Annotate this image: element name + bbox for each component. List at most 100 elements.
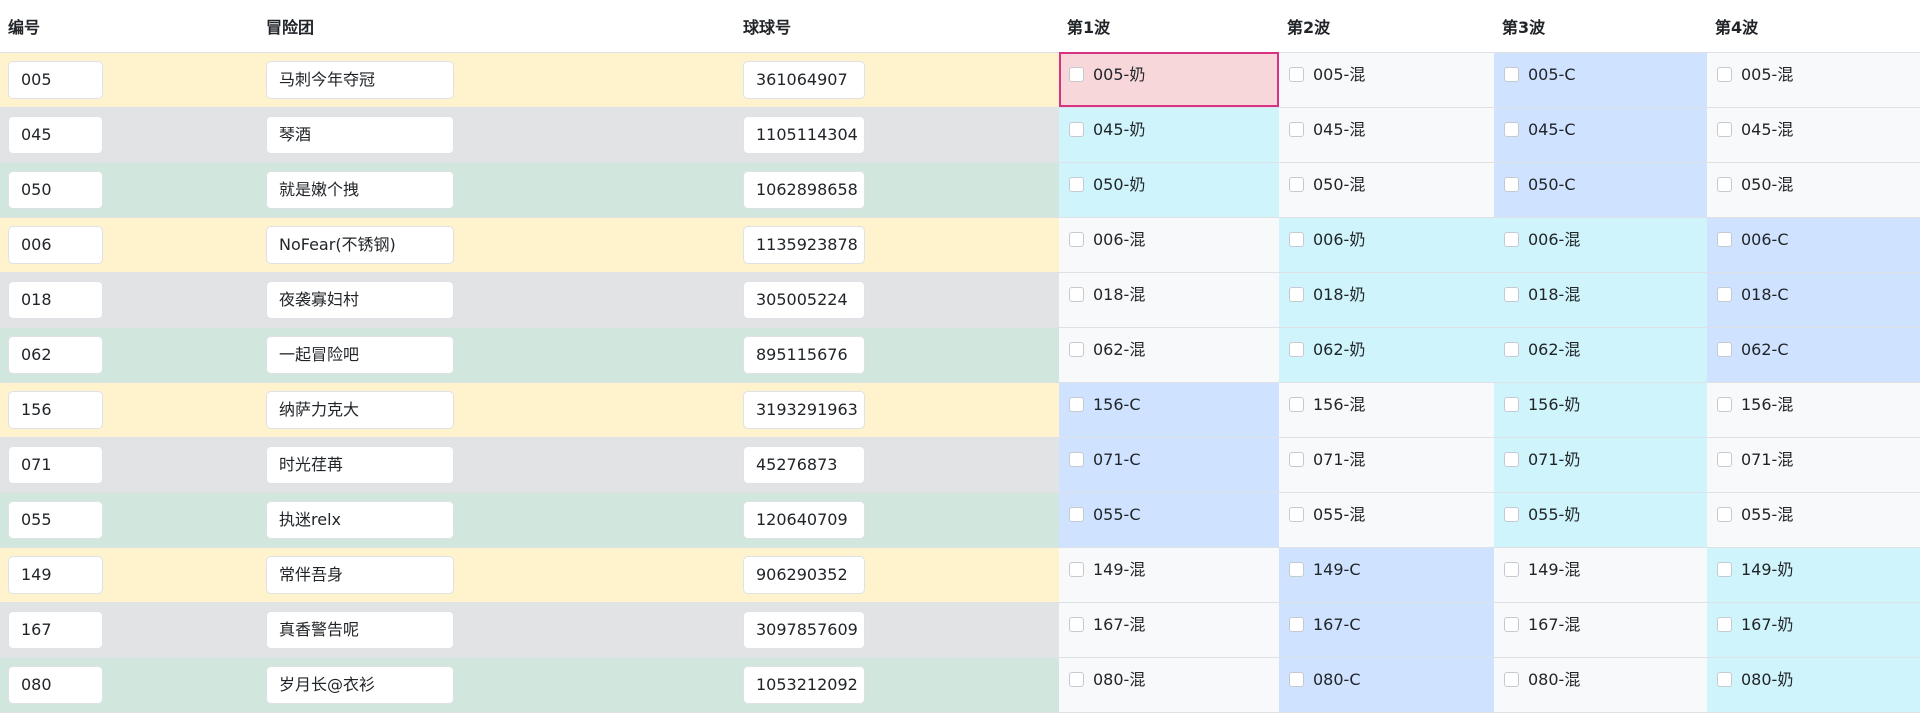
wave-3-cell[interactable]: 055-奶 — [1494, 492, 1707, 548]
wave-checkbox[interactable] — [1289, 342, 1304, 357]
team-input[interactable]: 岁月长@衣衫 — [266, 665, 454, 704]
wave-checkbox[interactable] — [1504, 342, 1519, 357]
wave-4-cell[interactable]: 062-C — [1707, 327, 1920, 383]
id-input[interactable]: 149 — [8, 555, 103, 594]
qq-input[interactable]: 895115676 — [743, 335, 865, 374]
wave-checkbox[interactable] — [1504, 287, 1519, 302]
wave-checkbox[interactable] — [1504, 672, 1519, 687]
qq-input[interactable]: 361064907 — [743, 60, 865, 99]
wave-4-cell[interactable]: 045-混 — [1707, 107, 1920, 163]
wave-option[interactable]: 006-C — [1717, 230, 1912, 250]
wave-checkbox[interactable] — [1504, 232, 1519, 247]
wave-option[interactable]: 071-混 — [1717, 450, 1912, 470]
wave-option[interactable]: 062-C — [1717, 340, 1912, 360]
wave-2-cell[interactable]: 080-C — [1279, 657, 1494, 713]
wave-checkbox[interactable] — [1504, 617, 1519, 632]
wave-checkbox[interactable] — [1289, 452, 1304, 467]
wave-option[interactable]: 050-C — [1504, 175, 1699, 195]
wave-checkbox[interactable] — [1289, 562, 1304, 577]
id-input[interactable]: 055 — [8, 500, 103, 539]
wave-option[interactable]: 006-混 — [1069, 230, 1271, 250]
team-input[interactable]: 琴酒 — [266, 115, 454, 154]
wave-checkbox[interactable] — [1504, 122, 1519, 137]
wave-option[interactable]: 149-混 — [1504, 560, 1699, 580]
wave-1-cell[interactable]: 005-奶 — [1059, 52, 1279, 108]
wave-option[interactable]: 149-混 — [1069, 560, 1271, 580]
wave-checkbox[interactable] — [1289, 177, 1304, 192]
wave-checkbox[interactable] — [1717, 507, 1732, 522]
wave-4-cell[interactable]: 071-混 — [1707, 437, 1920, 493]
wave-2-cell[interactable]: 006-奶 — [1279, 217, 1494, 273]
wave-checkbox[interactable] — [1069, 67, 1084, 82]
wave-option[interactable]: 006-奶 — [1289, 230, 1486, 250]
wave-option[interactable]: 045-C — [1504, 120, 1699, 140]
qq-input[interactable]: 3097857609 — [743, 610, 865, 649]
wave-option[interactable]: 156-C — [1069, 395, 1271, 415]
wave-option[interactable]: 018-奶 — [1289, 285, 1486, 305]
id-input[interactable]: 156 — [8, 390, 103, 429]
wave-option[interactable]: 156-混 — [1717, 395, 1912, 415]
wave-4-cell[interactable]: 050-混 — [1707, 162, 1920, 218]
wave-option[interactable]: 018-C — [1717, 285, 1912, 305]
wave-option[interactable]: 080-混 — [1504, 670, 1699, 690]
wave-2-cell[interactable]: 149-C — [1279, 547, 1494, 603]
wave-3-cell[interactable]: 005-C — [1494, 52, 1707, 108]
wave-checkbox[interactable] — [1289, 67, 1304, 82]
wave-option[interactable]: 156-奶 — [1504, 395, 1699, 415]
wave-option[interactable]: 055-C — [1069, 505, 1271, 525]
wave-1-cell[interactable]: 050-奶 — [1059, 162, 1279, 218]
wave-checkbox[interactable] — [1069, 232, 1084, 247]
team-input[interactable]: 时光荏苒 — [266, 445, 454, 484]
wave-3-cell[interactable]: 062-混 — [1494, 327, 1707, 383]
team-input[interactable]: 一起冒险吧 — [266, 335, 454, 374]
wave-checkbox[interactable] — [1717, 397, 1732, 412]
qq-input[interactable]: 906290352 — [743, 555, 865, 594]
id-input[interactable]: 050 — [8, 170, 103, 209]
qq-input[interactable]: 1105114304 — [743, 115, 865, 154]
wave-2-cell[interactable]: 005-混 — [1279, 52, 1494, 108]
wave-checkbox[interactable] — [1069, 452, 1084, 467]
wave-option[interactable]: 167-混 — [1504, 615, 1699, 635]
wave-option[interactable]: 018-混 — [1069, 285, 1271, 305]
team-input[interactable]: 纳萨力克大 — [266, 390, 454, 429]
wave-checkbox[interactable] — [1289, 397, 1304, 412]
wave-1-cell[interactable]: 055-C — [1059, 492, 1279, 548]
wave-1-cell[interactable]: 006-混 — [1059, 217, 1279, 273]
qq-input[interactable]: 1062898658 — [743, 170, 865, 209]
team-input[interactable]: 真香警告呢 — [266, 610, 454, 649]
wave-option[interactable]: 071-C — [1069, 450, 1271, 470]
qq-input[interactable]: 120640709 — [743, 500, 865, 539]
wave-option[interactable]: 055-混 — [1289, 505, 1486, 525]
wave-option[interactable]: 055-奶 — [1504, 505, 1699, 525]
wave-3-cell[interactable]: 149-混 — [1494, 547, 1707, 603]
wave-4-cell[interactable]: 018-C — [1707, 272, 1920, 328]
wave-option[interactable]: 149-奶 — [1717, 560, 1912, 580]
wave-checkbox[interactable] — [1069, 672, 1084, 687]
wave-checkbox[interactable] — [1717, 67, 1732, 82]
wave-option[interactable]: 062-混 — [1069, 340, 1271, 360]
wave-checkbox[interactable] — [1069, 562, 1084, 577]
wave-checkbox[interactable] — [1717, 342, 1732, 357]
wave-1-cell[interactable]: 018-混 — [1059, 272, 1279, 328]
wave-checkbox[interactable] — [1289, 287, 1304, 302]
wave-checkbox[interactable] — [1289, 672, 1304, 687]
wave-checkbox[interactable] — [1289, 122, 1304, 137]
wave-checkbox[interactable] — [1069, 287, 1084, 302]
wave-checkbox[interactable] — [1069, 342, 1084, 357]
wave-option[interactable]: 156-混 — [1289, 395, 1486, 415]
qq-input[interactable]: 1135923878 — [743, 225, 865, 264]
wave-3-cell[interactable]: 018-混 — [1494, 272, 1707, 328]
wave-checkbox[interactable] — [1069, 397, 1084, 412]
wave-option[interactable]: 006-混 — [1504, 230, 1699, 250]
wave-4-cell[interactable]: 167-奶 — [1707, 602, 1920, 658]
wave-4-cell[interactable]: 006-C — [1707, 217, 1920, 273]
wave-option[interactable]: 005-C — [1504, 65, 1699, 85]
wave-checkbox[interactable] — [1069, 122, 1084, 137]
wave-checkbox[interactable] — [1504, 397, 1519, 412]
wave-3-cell[interactable]: 080-混 — [1494, 657, 1707, 713]
wave-option[interactable]: 167-混 — [1069, 615, 1271, 635]
wave-checkbox[interactable] — [1717, 177, 1732, 192]
qq-input[interactable]: 45276873 — [743, 445, 865, 484]
id-input[interactable]: 062 — [8, 335, 103, 374]
id-input[interactable]: 071 — [8, 445, 103, 484]
